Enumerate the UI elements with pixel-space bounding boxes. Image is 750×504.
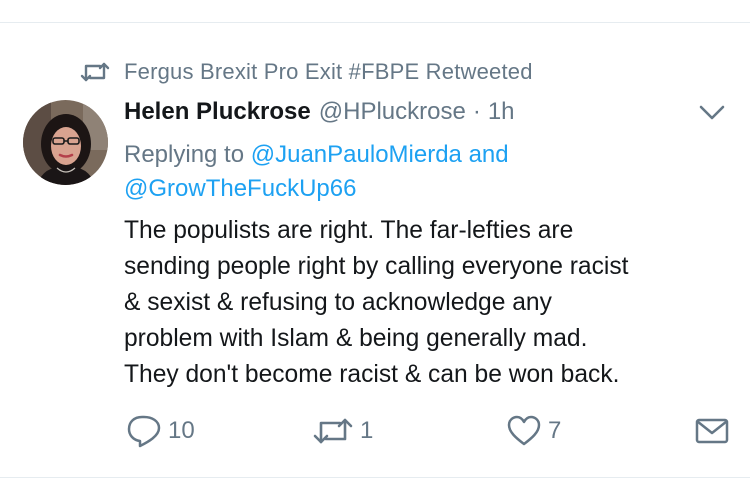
direct-message-button[interactable] [695, 412, 729, 450]
replying-to: Replying to @JuanPauloMierda and [124, 138, 509, 172]
retweet-icon [80, 61, 110, 83]
tweet-text-line: sending people right by calling everyone… [124, 253, 629, 280]
retweet-count: 1 [360, 417, 374, 444]
tweet-text: The populists are right. The far-lefties… [124, 213, 736, 393]
replying-to-line-2: @GrowTheFuckUp66 [124, 172, 356, 206]
tweet-card[interactable]: Fergus Brexit Pro Exit #FBPE Retweeted H… [0, 0, 750, 504]
reply-count: 10 [168, 417, 195, 444]
retweet-context[interactable]: Fergus Brexit Pro Exit #FBPE Retweeted [80, 58, 533, 86]
avatar[interactable] [23, 100, 108, 185]
tweet-text-line: & sexist & refusing to acknowledge any [124, 289, 552, 316]
timestamp[interactable]: 1h [488, 98, 515, 126]
reply-button[interactable]: 10 [126, 412, 195, 450]
top-divider [0, 22, 750, 23]
tweet-text-line: The populists are right. The far-lefties… [124, 217, 574, 244]
retweet-icon [312, 416, 354, 446]
replying-to-label: Replying to [124, 141, 245, 168]
user-avatar-photo [23, 100, 108, 185]
replying-conjunction[interactable]: and [469, 141, 509, 168]
envelope-icon [695, 417, 729, 445]
mention-link-2[interactable]: @GrowTheFuckUp66 [124, 175, 356, 202]
like-count: 7 [548, 417, 562, 444]
tweet-header: Helen Pluckrose @HPluckrose · 1h [124, 98, 515, 130]
bottom-divider [0, 477, 750, 478]
tweet-text-line: They don't become racist & can be won ba… [124, 361, 620, 388]
chevron-down-icon[interactable] [697, 102, 727, 124]
retweet-button[interactable]: 1 [312, 412, 373, 450]
reply-bubble-icon [126, 414, 162, 448]
like-button[interactable]: 7 [506, 412, 561, 450]
mention-link-1[interactable]: @JuanPauloMierda [251, 141, 462, 168]
heart-icon [506, 415, 542, 447]
user-handle[interactable]: @HPluckrose [319, 98, 466, 126]
retweet-context-text: Fergus Brexit Pro Exit #FBPE Retweeted [124, 59, 533, 84]
display-name[interactable]: Helen Pluckrose [124, 98, 311, 126]
separator-dot: · [472, 98, 481, 125]
tweet-text-line: problem with Islam & being generally mad… [124, 325, 588, 352]
